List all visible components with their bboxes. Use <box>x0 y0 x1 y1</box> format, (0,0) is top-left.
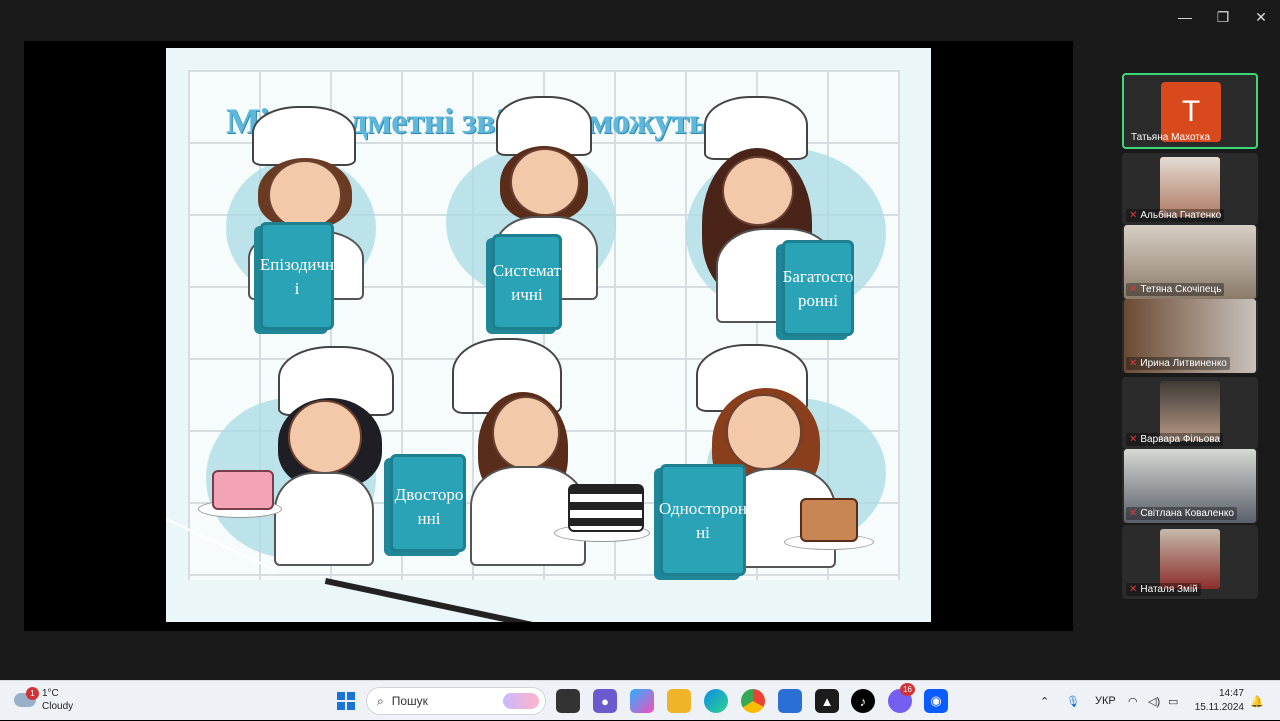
battery-icon[interactable]: ▭ <box>1168 681 1178 721</box>
chef-face <box>726 394 802 470</box>
mic-muted-icon: ✕ <box>1129 508 1138 519</box>
participant-tile[interactable]: ✕ Варвара Фільова <box>1122 377 1258 449</box>
maximize-button[interactable]: ❐ <box>1204 0 1242 34</box>
weather-desc: Cloudy <box>42 701 74 712</box>
minimize-button[interactable]: — <box>1166 0 1204 34</box>
audio-app-icon[interactable]: ▲ <box>815 689 839 713</box>
cloud-icon: 1 <box>14 687 39 707</box>
language-indicator[interactable]: УКР <box>1095 681 1116 721</box>
copilot-icon[interactable] <box>630 689 654 713</box>
taskbar-search[interactable]: ⌕ Пошук <box>366 687 546 715</box>
mic-muted-icon: ✕ <box>1129 584 1138 595</box>
search-placeholder: Пошук <box>391 694 428 708</box>
scroll-banner: Епізодичні <box>260 222 334 330</box>
scroll-label-episodic: Епізодичні <box>259 255 335 298</box>
mic-muted-icon: ✕ <box>1129 284 1138 295</box>
store-icon[interactable] <box>778 689 802 713</box>
presentation-slide: Міжпредметні зв’язки можутьбути: <box>166 48 931 622</box>
weather-temp: 1°C <box>42 688 59 699</box>
clock-time: 14:47 <box>1218 688 1244 699</box>
participant-tile[interactable]: T Татьяна Махотка <box>1122 73 1258 149</box>
participant-tile[interactable]: ✕ Альбіна Гнатенко <box>1122 153 1258 225</box>
weather-widget[interactable]: 1 1°C Cloudy <box>14 687 73 713</box>
chef-face <box>510 148 580 216</box>
participant-name: ✕ Ирина Литвиненко <box>1126 357 1230 370</box>
participant-tile[interactable]: ✕ Світлана Коваленко <box>1122 449 1258 523</box>
volume-icon[interactable]: ◁) <box>1148 681 1160 721</box>
participant-video <box>1160 381 1220 441</box>
viber-icon[interactable]: 16 <box>888 683 915 713</box>
search-highlight-icon <box>503 693 539 709</box>
chocolate-cake <box>800 498 858 542</box>
strawberry-cake <box>212 470 274 510</box>
scroll-label-unilateral: Односторонні <box>658 499 748 542</box>
chef-face <box>268 160 342 230</box>
chrome-icon[interactable] <box>741 689 765 713</box>
scroll-banner: Двосторонні <box>390 454 466 552</box>
participant-name: ✕ Тетяна Скочіпець <box>1126 283 1225 296</box>
scroll-banner: Систематичні <box>492 234 562 330</box>
scroll-banner: Багатосторонні <box>782 240 854 336</box>
viber-badge: 16 <box>900 683 915 696</box>
participant-video <box>1160 157 1220 217</box>
participant-name: ✕ Варвара Фільова <box>1126 433 1224 446</box>
zoom-icon[interactable]: ◉ <box>924 689 948 713</box>
windows-taskbar: 1 1°C Cloudy ⌕ Пошук ● ▲ ♪ 16 ◉ ⌃ 🎙 УКР … <box>0 680 1280 720</box>
participant-tile[interactable]: ✕ Наталя Змій <box>1122 525 1258 599</box>
chef-face <box>288 400 362 474</box>
search-icon: ⌕ <box>377 693 384 708</box>
clock-date: 15.11.2024 <box>1194 702 1244 713</box>
notification-bell-icon[interactable]: 🔔 <box>1250 681 1264 721</box>
task-view-icon[interactable] <box>556 689 580 713</box>
scroll-label-bilateral: Двосторонні <box>394 485 464 528</box>
chef-face <box>722 156 794 226</box>
scroll-label-multilateral: Багатосторонні <box>782 267 854 310</box>
edge-icon[interactable] <box>704 689 728 713</box>
start-icon[interactable] <box>334 689 358 713</box>
chef-coat <box>274 472 374 566</box>
participant-video <box>1160 529 1220 589</box>
participant-name: Татьяна Махотка <box>1131 132 1211 143</box>
tray-chevron-icon[interactable]: ⌃ <box>1040 681 1049 721</box>
clock[interactable]: 14:47 15.11.2024 <box>1190 687 1244 715</box>
scroll-label-systematic: Систематичні <box>492 261 562 304</box>
weather-badge: 1 <box>26 687 39 700</box>
close-button[interactable]: ✕ <box>1242 0 1280 34</box>
tiktok-icon[interactable]: ♪ <box>851 689 875 713</box>
berry-cake <box>568 484 644 532</box>
mic-muted-icon: ✕ <box>1129 210 1138 221</box>
participant-tile[interactable]: ✕ Тетяна Скочіпець <box>1122 225 1258 299</box>
participant-name: ✕ Альбіна Гнатенко <box>1126 209 1225 222</box>
participant-name: ✕ Наталя Змій <box>1126 583 1201 596</box>
chef-hat <box>252 106 356 166</box>
chat-icon[interactable]: ● <box>593 689 617 713</box>
mic-muted-icon: ✕ <box>1129 434 1138 445</box>
title-bar: — ❐ ✕ <box>0 0 1280 36</box>
participant-name: ✕ Світлана Коваленко <box>1126 507 1237 520</box>
chef-face <box>492 396 560 470</box>
mic-muted-icon: ✕ <box>1129 358 1138 369</box>
decorative-line <box>324 578 542 622</box>
file-explorer-icon[interactable] <box>667 689 691 713</box>
scroll-banner: Односторонні <box>658 464 748 576</box>
wifi-icon[interactable]: ◠ <box>1128 681 1138 721</box>
microphone-icon[interactable]: 🎙 <box>1066 681 1080 721</box>
participant-tile[interactable]: ✕ Ирина Литвиненко <box>1122 299 1258 373</box>
